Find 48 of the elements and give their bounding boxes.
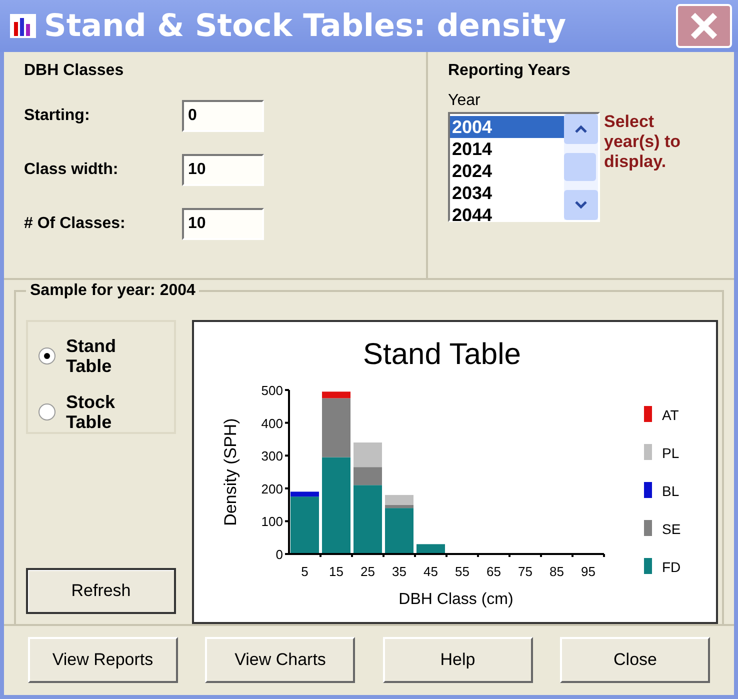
x-tick-label: 45 bbox=[424, 564, 438, 579]
x-tick-label: 75 bbox=[518, 564, 532, 579]
year-list[interactable]: 2004 2014 2024 2034 2044 bbox=[448, 112, 600, 222]
x-tick-label: 65 bbox=[486, 564, 501, 579]
field-label: # Of Classes: bbox=[24, 214, 126, 233]
group-title: Reporting Years bbox=[448, 62, 572, 80]
field-label: Starting: bbox=[24, 106, 91, 125]
y-axis-label: Density (SPH) bbox=[221, 418, 240, 526]
list-item[interactable]: 2024 bbox=[450, 160, 564, 182]
x-tick-label: 95 bbox=[581, 564, 596, 579]
refresh-button[interactable]: Refresh bbox=[26, 568, 176, 614]
legend-label: AT bbox=[662, 406, 679, 423]
dialog-button[interactable]: Close bbox=[560, 637, 710, 684]
input-field[interactable]: 10 bbox=[182, 208, 264, 240]
legend-label: BL bbox=[662, 482, 680, 499]
window-title: Stand & Stock Tables: density bbox=[44, 8, 568, 44]
y-tick-label: 500 bbox=[261, 382, 283, 398]
legend-label: SE bbox=[662, 520, 681, 537]
chart-title: Stand Table bbox=[363, 338, 521, 371]
legend-label: PL bbox=[662, 444, 680, 461]
y-tick-label: 100 bbox=[261, 514, 283, 529]
input-field[interactable]: 10 bbox=[182, 154, 264, 186]
list-item[interactable]: 2014 bbox=[450, 138, 564, 160]
hint-text: Select year(s) to display. bbox=[604, 112, 682, 173]
x-axis-label: DBH Class (cm) bbox=[398, 590, 514, 608]
group-title: DBH Classes bbox=[24, 62, 125, 80]
y-tick-label: 0 bbox=[276, 546, 283, 562]
x-tick-label: 25 bbox=[360, 564, 375, 579]
y-tick-label: 300 bbox=[261, 448, 283, 464]
input-field[interactable]: 0 bbox=[182, 100, 264, 132]
list-label: Year bbox=[448, 92, 482, 110]
field-label: Class width: bbox=[24, 160, 120, 179]
x-tick-label: 35 bbox=[392, 564, 406, 579]
group-title: Sample for year: 2004 bbox=[26, 282, 200, 300]
x-tick-label: 85 bbox=[550, 564, 564, 579]
list-item[interactable]: 2004 bbox=[450, 116, 564, 138]
y-tick-label: 200 bbox=[261, 481, 283, 496]
legend-label: FD bbox=[662, 558, 681, 575]
x-tick-label: 5 bbox=[301, 564, 308, 579]
x-tick-label: 55 bbox=[455, 564, 470, 579]
dialog-button[interactable]: View Reports bbox=[28, 637, 178, 684]
list-item[interactable]: 2034 bbox=[450, 182, 564, 204]
dialog-button[interactable]: Help bbox=[382, 637, 533, 684]
radio-label: Stand Table bbox=[66, 336, 118, 376]
y-tick-label: 400 bbox=[261, 415, 283, 430]
dialog-button[interactable]: View Charts bbox=[205, 637, 356, 684]
radio-label: Stock Table bbox=[66, 392, 116, 432]
x-tick-label: 15 bbox=[329, 564, 344, 579]
